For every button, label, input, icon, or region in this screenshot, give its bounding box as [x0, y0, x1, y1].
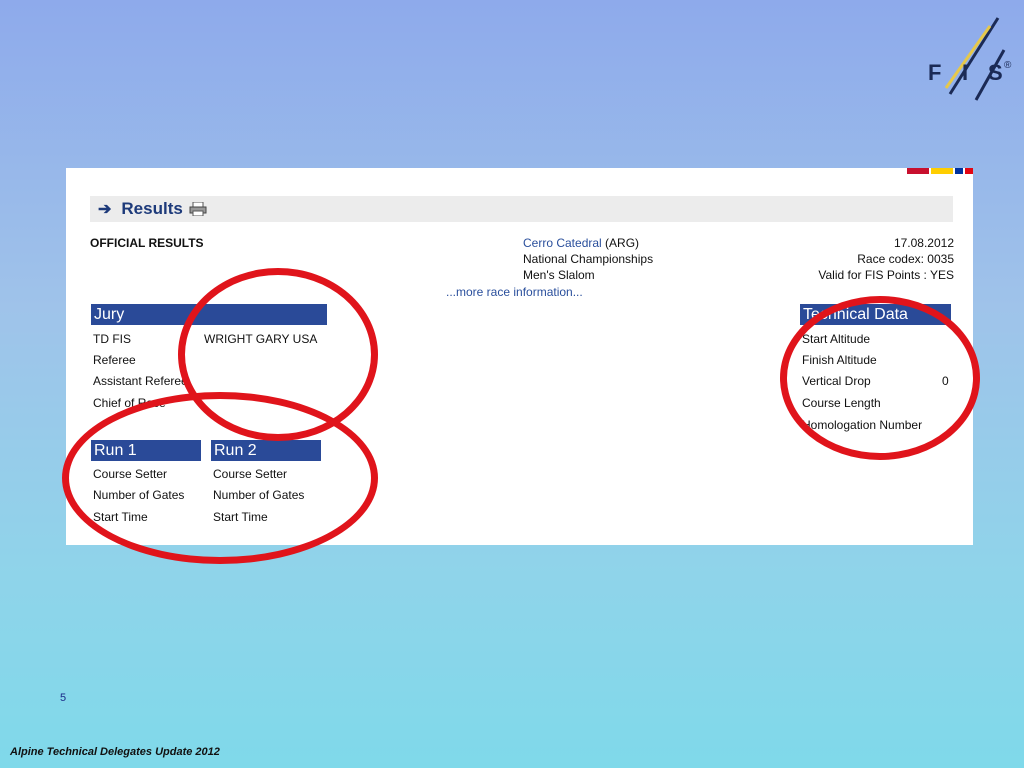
logo-letter-s: S — [988, 60, 1003, 85]
flag-fr-icon[interactable] — [955, 168, 963, 174]
fis-logo-stripes-icon — [944, 17, 1006, 101]
race-event: National Championships — [523, 252, 654, 266]
slide-footer: Alpine Technical Delegates Update 2012 — [10, 746, 220, 758]
race-discipline: Men's Slalom — [523, 268, 595, 282]
language-flags — [907, 168, 973, 174]
more-race-information-link[interactable]: ...more race information... — [446, 285, 583, 299]
flag-de-icon[interactable] — [931, 168, 953, 174]
race-date: 17.08.2012 — [893, 236, 954, 250]
annotation-circle-runs — [62, 392, 378, 564]
jury-label-assistant-referee: Assistant Referee — [93, 374, 188, 388]
annotation-circle-technical-data — [780, 296, 980, 460]
jury-label-referee: Referee — [93, 353, 136, 367]
race-location: Cerro Catedral (ARG) — [523, 236, 639, 250]
logo-registered: ® — [1004, 60, 1012, 71]
logo-letter-f: F — [928, 60, 942, 85]
race-codex: Race codex: 0035 — [857, 252, 954, 266]
race-location-link[interactable]: Cerro Catedral — [523, 236, 602, 250]
page-number: 5 — [60, 692, 67, 704]
race-nation: (ARG) — [605, 236, 640, 250]
right-arrow-icon: ➔ — [98, 201, 112, 218]
fis-logo: F I S ® — [924, 14, 1016, 104]
jury-label-td-fis: TD FIS — [93, 332, 131, 346]
flag-it-icon[interactable] — [965, 168, 973, 174]
official-results-label: OFFICIAL RESULTS — [90, 236, 204, 250]
fis-points-validity: Valid for FIS Points : YES — [818, 268, 954, 282]
logo-letter-i: I — [962, 60, 969, 85]
results-title: Results — [121, 199, 183, 218]
flag-uk-icon[interactable] — [907, 168, 929, 174]
results-header-bar: ➔ Results — [90, 196, 953, 222]
printer-icon[interactable] — [189, 202, 207, 216]
